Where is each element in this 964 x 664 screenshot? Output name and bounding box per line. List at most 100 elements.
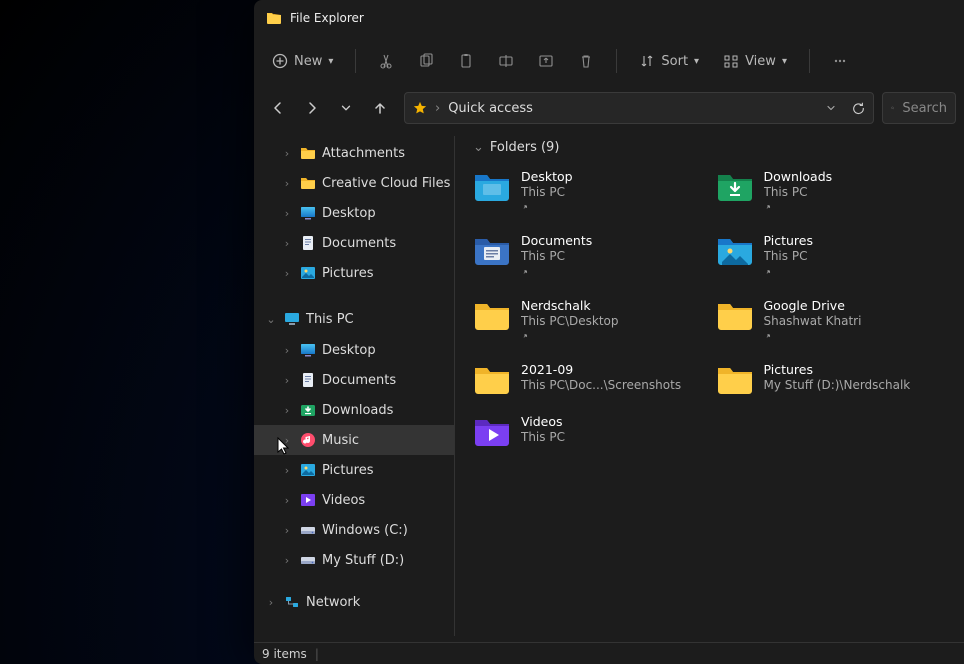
navigation-row: › Quick access Search bbox=[254, 86, 964, 130]
downloads-folder-icon bbox=[716, 169, 754, 203]
search-icon bbox=[891, 101, 894, 115]
search-input[interactable]: Search bbox=[882, 92, 956, 124]
chevron-right-icon[interactable]: › bbox=[280, 147, 294, 160]
folders-section-header[interactable]: ⌄ Folders (9) bbox=[473, 140, 948, 155]
chevron-right-icon[interactable]: › bbox=[280, 237, 294, 250]
folder-location: This PC bbox=[521, 249, 592, 263]
folder-tile[interactable]: NerdschalkThis PC\Desktop bbox=[473, 298, 706, 344]
plus-circle-icon bbox=[272, 53, 288, 69]
music-icon bbox=[300, 432, 316, 448]
chevron-right-icon[interactable]: › bbox=[280, 554, 294, 567]
sidebar-item-label: Desktop bbox=[322, 343, 376, 358]
folder-tile[interactable]: DocumentsThis PC bbox=[473, 233, 706, 279]
chevron-right-icon[interactable]: › bbox=[264, 596, 278, 609]
chevron-right-icon[interactable]: › bbox=[280, 344, 294, 357]
title-bar[interactable]: File Explorer bbox=[254, 0, 964, 36]
copy-button[interactable] bbox=[410, 45, 442, 77]
rename-button[interactable] bbox=[490, 45, 522, 77]
sidebar-item-windows-c-[interactable]: › Windows (C:) bbox=[254, 515, 454, 545]
forward-button[interactable] bbox=[296, 92, 328, 124]
pin-icon bbox=[764, 267, 814, 280]
folder-tile[interactable]: 2021-09This PC\Doc...\Screenshots bbox=[473, 362, 706, 396]
sidebar-item-downloads[interactable]: ›Downloads bbox=[254, 395, 454, 425]
view-button-label: View bbox=[745, 54, 776, 69]
chevron-down-icon: ⌄ bbox=[473, 140, 484, 155]
chevron-right-icon[interactable]: › bbox=[280, 404, 294, 417]
pin-icon bbox=[521, 267, 592, 280]
chevron-right-icon[interactable]: › bbox=[280, 267, 294, 280]
section-label: Folders (9) bbox=[490, 140, 560, 155]
mouse-cursor-icon bbox=[277, 437, 293, 457]
folder-tile[interactable]: Google DriveShashwat Khatri bbox=[716, 298, 949, 344]
sidebar-item-creative-cloud-files[interactable]: ›Creative Cloud Files bbox=[254, 168, 454, 198]
folder-location: This PC bbox=[521, 430, 565, 444]
folder-tile[interactable]: DesktopThis PC bbox=[473, 169, 706, 215]
folder-tile[interactable]: VideosThis PC bbox=[473, 414, 706, 448]
chevron-right-icon[interactable]: › bbox=[280, 207, 294, 220]
star-icon bbox=[413, 101, 427, 115]
sidebar-item-desktop[interactable]: › Desktop bbox=[254, 335, 454, 365]
sidebar-item-documents[interactable]: ›Documents bbox=[254, 365, 454, 395]
pin-icon bbox=[764, 331, 862, 344]
back-button[interactable] bbox=[262, 92, 294, 124]
sidebar-item-documents[interactable]: › Documents bbox=[254, 228, 454, 258]
more-button[interactable] bbox=[824, 45, 856, 77]
folder-tile[interactable]: PicturesMy Stuff (D:)\Nerdschalk bbox=[716, 362, 949, 396]
sidebar-item-desktop[interactable]: ›Desktop bbox=[254, 198, 454, 228]
sidebar-item-label: Pictures bbox=[322, 266, 373, 281]
toolbar: New ▾ Sort ▾ View ▾ bbox=[254, 36, 964, 86]
sidebar-item-label: Windows (C:) bbox=[322, 523, 408, 538]
chevron-right-icon[interactable]: › bbox=[280, 494, 294, 507]
sidebar-item-this-pc[interactable]: ⌄ This PC bbox=[254, 304, 454, 334]
folder-tile[interactable]: PicturesThis PC bbox=[716, 233, 949, 279]
status-item-count: 9 items bbox=[262, 647, 307, 661]
folder-location: This PC\Doc...\Screenshots bbox=[521, 378, 681, 392]
sidebar-item-label: Documents bbox=[322, 236, 396, 251]
sort-button[interactable]: Sort ▾ bbox=[631, 47, 707, 75]
folder-location: My Stuff (D:)\Nerdschalk bbox=[764, 378, 911, 392]
videos-folder-icon bbox=[473, 414, 511, 448]
sidebar-item-label: Videos bbox=[322, 493, 365, 508]
folder-name: Desktop bbox=[521, 169, 573, 184]
pin-icon bbox=[521, 331, 618, 344]
paste-button[interactable] bbox=[450, 45, 482, 77]
recent-locations-button[interactable] bbox=[330, 92, 362, 124]
this-pc-icon bbox=[284, 311, 300, 327]
trash-icon bbox=[578, 53, 594, 69]
sort-button-label: Sort bbox=[661, 54, 688, 69]
pictures-folder-icon bbox=[716, 233, 754, 267]
chevron-down-icon[interactable] bbox=[825, 102, 837, 114]
sort-icon bbox=[639, 53, 655, 69]
up-button[interactable] bbox=[364, 92, 396, 124]
sidebar-item-videos[interactable]: › Videos bbox=[254, 485, 454, 515]
arrow-up-icon bbox=[372, 100, 388, 116]
folder-location: This PC bbox=[521, 185, 573, 199]
refresh-icon[interactable] bbox=[851, 101, 865, 115]
address-bar[interactable]: › Quick access bbox=[404, 92, 874, 124]
cut-button[interactable] bbox=[370, 45, 402, 77]
arrow-right-icon bbox=[304, 100, 320, 116]
folder-tile[interactable]: DownloadsThis PC bbox=[716, 169, 949, 215]
chevron-right-icon[interactable]: › bbox=[280, 524, 294, 537]
folder-folder-icon bbox=[473, 362, 511, 396]
sidebar-item-my-stuff-d-[interactable]: ›My Stuff (D:) bbox=[254, 545, 454, 575]
documents-icon bbox=[300, 235, 316, 251]
chevron-down-icon[interactable]: ⌄ bbox=[264, 313, 278, 326]
new-button[interactable]: New ▾ bbox=[264, 47, 341, 75]
chevron-right-icon[interactable]: › bbox=[280, 177, 294, 190]
sidebar-item-pictures[interactable]: › Pictures bbox=[254, 258, 454, 288]
share-button[interactable] bbox=[530, 45, 562, 77]
pictures-icon bbox=[300, 462, 316, 478]
folder-yellow-icon bbox=[300, 175, 316, 191]
chevron-right-icon[interactable]: › bbox=[280, 374, 294, 387]
rename-icon bbox=[498, 53, 514, 69]
delete-button[interactable] bbox=[570, 45, 602, 77]
sidebar-item-attachments[interactable]: ›Attachments bbox=[254, 138, 454, 168]
chevron-right-icon[interactable]: › bbox=[280, 464, 294, 477]
folder-name: Videos bbox=[521, 414, 565, 429]
view-button[interactable]: View ▾ bbox=[715, 47, 795, 75]
folder-location: This PC bbox=[764, 249, 814, 263]
sidebar-item-network[interactable]: › Network bbox=[254, 587, 454, 617]
sidebar-item-pictures[interactable]: ›Pictures bbox=[254, 455, 454, 485]
breadcrumb-chevron-icon: › bbox=[435, 101, 440, 116]
